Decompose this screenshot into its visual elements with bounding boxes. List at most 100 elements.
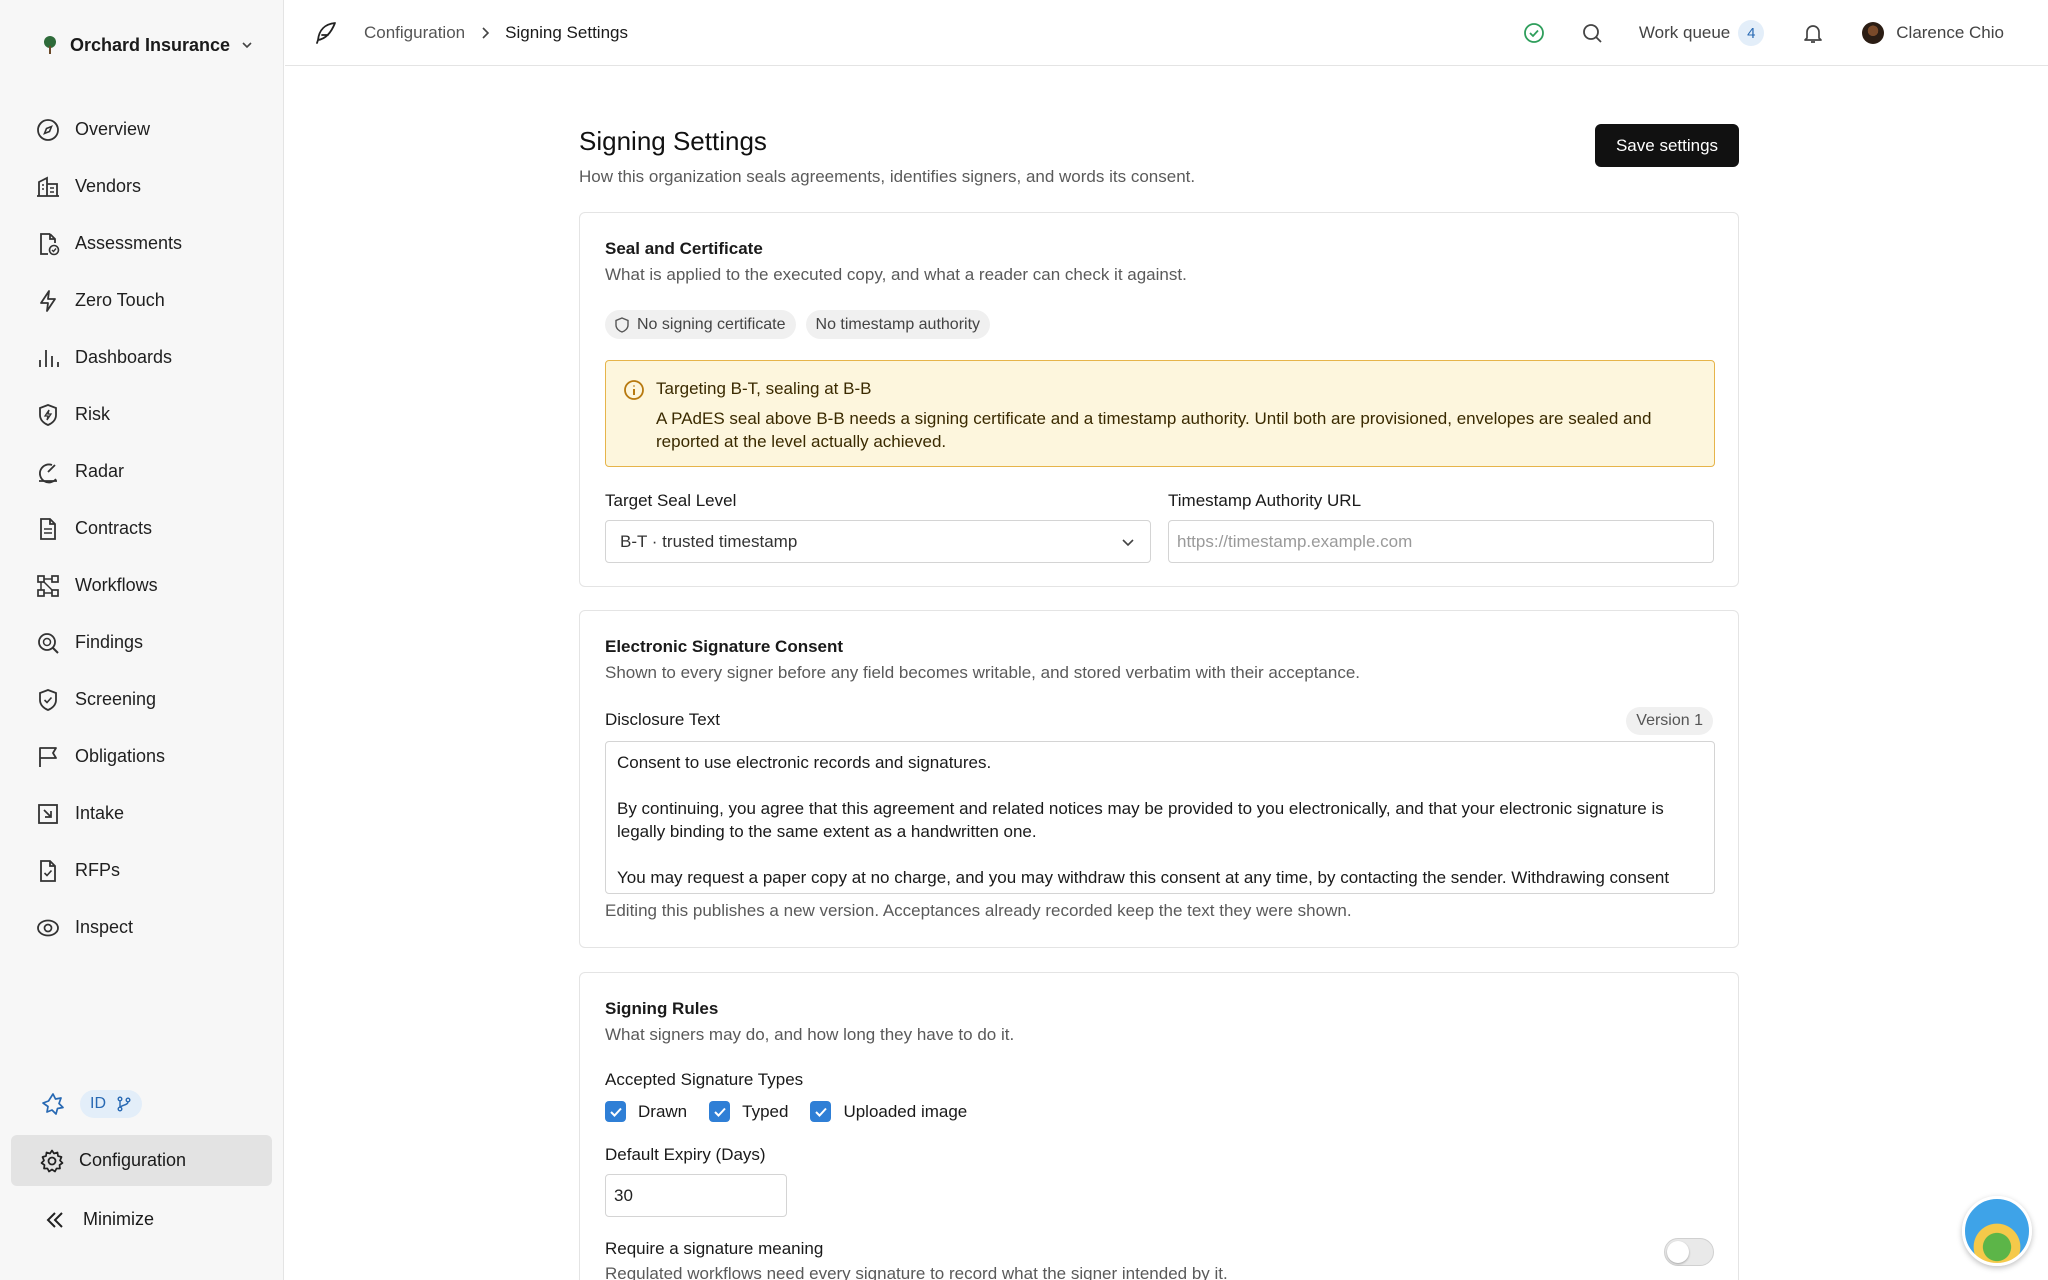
certificate-status-chip: No signing certificate — [605, 310, 796, 339]
sidebar-item-findings[interactable]: Findings — [0, 614, 284, 671]
check-circle-icon[interactable] — [1523, 22, 1545, 44]
work-queue-label: Work queue — [1638, 23, 1731, 42]
certificate-status-label: No signing certificate — [637, 315, 786, 333]
sidebar-item-vendors[interactable]: Vendors — [0, 158, 284, 215]
default-expiry-label: Default Expiry (Days) — [605, 1145, 766, 1164]
signature-type-uploaded-image[interactable]: Uploaded image — [810, 1101, 967, 1122]
inbox-arrow-icon — [35, 801, 61, 827]
user-menu[interactable]: Clarence Chio — [1862, 22, 2004, 44]
radar-icon — [35, 459, 61, 485]
shield-check-icon — [35, 687, 61, 713]
sidebar-item-label: Risk — [75, 404, 110, 424]
sidebar-item-label: Zero Touch — [75, 290, 165, 310]
timestamp-status-label: No timestamp authority — [815, 315, 981, 333]
assistant-launcher-button[interactable] — [1962, 1196, 2032, 1266]
sidebar-item-risk[interactable]: Risk — [0, 386, 284, 443]
sidebar-item-zero-touch[interactable]: Zero Touch — [0, 272, 284, 329]
seal-level-warning: Targeting B-T, sealing at B-B A PAdES se… — [605, 360, 1715, 467]
signing-rules-card: Signing Rules What signers may do, and h… — [579, 972, 1739, 1280]
shield-icon — [615, 316, 629, 333]
work-queue-count: 4 — [1738, 20, 1765, 46]
feather-icon[interactable] — [313, 20, 339, 46]
sidebar: Orchard Insurance Overview Vendors Asses… — [0, 0, 284, 1280]
default-expiry-input[interactable] — [605, 1174, 787, 1217]
breadcrumb-current: Signing Settings — [505, 23, 628, 42]
timestamp-status-chip: No timestamp authority — [805, 310, 991, 339]
sidebar-item-label: Assessments — [75, 233, 183, 253]
sidebar-item-label: Dashboards — [75, 347, 173, 367]
tree-icon — [40, 34, 60, 56]
org-name: Orchard Insurance — [70, 34, 231, 55]
sidebar-item-radar[interactable]: Radar — [0, 443, 284, 500]
sidebar-item-overview[interactable]: Overview — [0, 101, 284, 158]
org-switcher[interactable]: Orchard Insurance — [40, 30, 254, 60]
sidebar-item-label: Inspect — [75, 917, 134, 937]
signature-type-label: Uploaded image — [843, 1101, 968, 1121]
signature-type-label: Drawn — [638, 1101, 688, 1121]
double-chevron-left-icon — [43, 1208, 67, 1232]
sidebar-item-rfps[interactable]: RFPs — [0, 842, 284, 899]
chevron-down-icon — [1120, 534, 1136, 550]
signature-meaning-toggle[interactable] — [1664, 1238, 1714, 1266]
id-badge[interactable]: ID — [80, 1090, 142, 1118]
signature-type-typed[interactable]: Typed — [709, 1101, 788, 1122]
sidebar-item-label: Intake — [75, 803, 125, 823]
sparkle-badge-icon[interactable] — [40, 1091, 66, 1117]
disclosure-textarea[interactable]: Consent to use electronic records and si… — [605, 741, 1715, 894]
sidebar-footer-tools: ID — [40, 1090, 142, 1118]
sidebar-item-inspect[interactable]: Inspect — [0, 899, 284, 956]
document-icon — [35, 516, 61, 542]
checkbox-checked-icon[interactable] — [810, 1101, 832, 1122]
building-icon — [35, 174, 61, 200]
disclosure-hint: Editing this publishes a new version. Ac… — [605, 901, 1352, 920]
sidebar-item-dashboards[interactable]: Dashboards — [0, 329, 284, 386]
sidebar-item-obligations[interactable]: Obligations — [0, 728, 284, 785]
signature-types-label: Accepted Signature Types — [605, 1070, 804, 1089]
signature-meaning-hint: Regulated workflows need every signature… — [605, 1264, 1228, 1280]
checkbox-checked-icon[interactable] — [605, 1101, 626, 1122]
sidebar-item-label: Configuration — [79, 1150, 187, 1170]
file-check-icon — [35, 231, 61, 257]
workflow-icon — [35, 573, 61, 599]
consent-card-title: Electronic Signature Consent — [605, 637, 844, 656]
signature-type-drawn[interactable]: Drawn — [605, 1101, 687, 1122]
minimize-label: Minimize — [83, 1209, 155, 1229]
sidebar-item-label: Overview — [75, 119, 151, 139]
search-icon[interactable] — [1581, 22, 1603, 44]
sidebar-item-label: Contracts — [75, 518, 153, 538]
gear-icon — [39, 1148, 65, 1174]
checkbox-checked-icon[interactable] — [709, 1101, 731, 1122]
sidebar-item-label: Radar — [75, 461, 125, 481]
sidebar-item-screening[interactable]: Screening — [0, 671, 284, 728]
chevron-right-icon — [479, 26, 491, 40]
sidebar-item-intake[interactable]: Intake — [0, 785, 284, 842]
minimize-sidebar-button[interactable]: Minimize — [11, 1194, 272, 1245]
bar-chart-icon — [35, 345, 61, 371]
sidebar-item-label: Obligations — [75, 746, 166, 766]
work-queue-button[interactable]: Work queue 4 — [1638, 20, 1765, 46]
sidebar-item-label: RFPs — [75, 860, 120, 880]
target-seal-level-value: B-T · trusted timestamp — [620, 531, 798, 551]
avatar — [1862, 22, 1885, 44]
signature-meaning-label: Require a signature meaning — [605, 1239, 824, 1258]
breadcrumb: Configuration Signing Settings — [364, 0, 628, 66]
sidebar-item-workflows[interactable]: Workflows — [0, 557, 284, 614]
chevron-down-icon — [240, 38, 254, 52]
sidebar-item-assessments[interactable]: Assessments — [0, 215, 284, 272]
breadcrumb-configuration[interactable]: Configuration — [364, 23, 465, 43]
sidebar-item-label: Workflows — [75, 575, 158, 595]
sidebar-item-contracts[interactable]: Contracts — [0, 500, 284, 557]
bell-icon[interactable] — [1802, 22, 1824, 44]
user-name: Clarence Chio — [1896, 23, 2004, 42]
file-check-icon — [35, 858, 61, 884]
seal-status-chips: No signing certificate No timestamp auth… — [605, 310, 991, 339]
shield-bolt-icon — [35, 402, 61, 428]
info-icon — [623, 379, 645, 401]
target-seal-level-select[interactable]: B-T · trusted timestamp — [605, 520, 1151, 563]
sidebar-nav: Overview Vendors Assessments Zero Touch … — [0, 101, 284, 956]
signature-types-group: Drawn Typed Uploaded image — [605, 1101, 967, 1122]
timestamp-authority-input[interactable] — [1168, 520, 1714, 563]
save-settings-button[interactable]: Save settings — [1595, 124, 1739, 167]
sidebar-item-configuration[interactable]: Configuration — [11, 1135, 272, 1186]
consent-card: Electronic Signature Consent Shown to ev… — [579, 610, 1739, 948]
